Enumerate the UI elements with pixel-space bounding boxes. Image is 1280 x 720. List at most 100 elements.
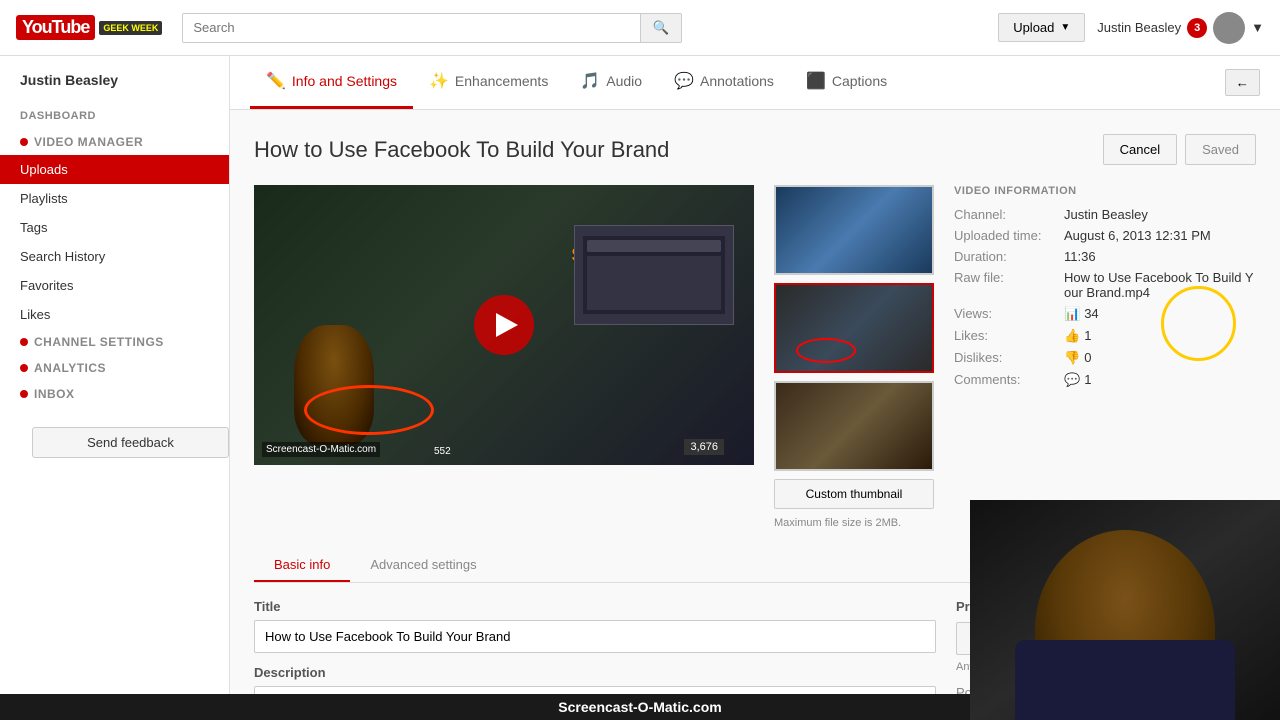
views-value: 34 — [1084, 306, 1256, 321]
sidebar-item-search-history[interactable]: Search History — [0, 242, 229, 271]
header-actions: Cancel Saved — [1103, 134, 1256, 165]
tab-info-settings[interactable]: ✏️ Info and Settings — [250, 56, 413, 109]
sidebar-username: Justin Beasley — [0, 72, 229, 100]
thumbnail-strip: Custom thumbnail Maximum file size is 2M… — [774, 185, 934, 529]
page-title: How to Use Facebook To Build Your Brand — [254, 137, 669, 163]
info-row-dislikes: Dislikes: 👎 0 — [954, 350, 1256, 366]
tab-annotations[interactable]: 💬 Annotations — [658, 56, 790, 109]
play-button[interactable] — [474, 295, 534, 355]
max-file-size-text: Maximum file size is 2MB. — [774, 517, 934, 529]
rawfile-value: How to Use Facebook To Build Your Brand.… — [1064, 270, 1256, 300]
thumbnail-item-2[interactable] — [774, 283, 934, 373]
comments-label: Comments: — [954, 372, 1064, 387]
video-manager-icon — [20, 138, 28, 146]
video-info-panel: VIDEO INFORMATION Channel: Justin Beasle… — [954, 185, 1256, 529]
user-dropdown-icon: ▼ — [1251, 20, 1264, 35]
duration-value: 11:36 — [1064, 249, 1256, 264]
sidebar-section-inbox[interactable]: INBOX — [0, 381, 229, 407]
btab-basic-info[interactable]: Basic info — [254, 549, 350, 582]
username-label: Justin Beasley — [1097, 20, 1181, 35]
view-count-badge: 552 — [434, 446, 451, 457]
popup-video-content — [970, 500, 1280, 720]
geek-week-badge: GEEK WEEK — [99, 21, 162, 35]
video-info-title: VIDEO INFORMATION — [954, 185, 1256, 197]
sidebar-item-likes[interactable]: Likes — [0, 300, 229, 329]
video-player: How to Use Facebook To Build Your Brand … — [254, 185, 754, 465]
tab-enhancements[interactable]: ✨ Enhancements — [413, 56, 564, 109]
screencast-watermark: Screencast-O-Matic.com — [262, 442, 380, 457]
video-popup — [970, 500, 1280, 720]
send-feedback-button[interactable]: Send feedback — [32, 427, 229, 458]
upload-dropdown-icon: ▼ — [1060, 22, 1070, 33]
uploaded-label: Uploaded time: — [954, 228, 1064, 243]
uploaded-value: August 6, 2013 12:31 PM — [1064, 228, 1256, 243]
view-count-sim: 3,676 — [684, 439, 724, 455]
upload-button[interactable]: Upload ▼ — [998, 13, 1085, 42]
inbox-icon — [20, 390, 28, 398]
channel-label: Channel: — [954, 207, 1064, 222]
popup-shirt — [1015, 640, 1235, 720]
title-label: Title — [254, 599, 936, 614]
comments-icon: 💬 — [1064, 372, 1080, 388]
info-row-channel: Channel: Justin Beasley — [954, 207, 1256, 222]
info-row-views: Views: 📊 34 — [954, 306, 1256, 322]
comments-value: 1 — [1084, 372, 1256, 387]
pencil-icon: ✏️ — [266, 71, 286, 91]
user-info[interactable]: Justin Beasley 3 ▼ — [1097, 12, 1264, 44]
sidebar-section-analytics[interactable]: ANALYTICS — [0, 355, 229, 381]
saved-button[interactable]: Saved — [1185, 134, 1256, 165]
tab-audio[interactable]: 🎵 Audio — [564, 56, 658, 109]
views-label: Views: — [954, 306, 1064, 321]
thumbsdown-icon: 👎 — [1064, 350, 1080, 366]
notification-badge: 3 — [1187, 18, 1207, 38]
play-triangle-icon — [496, 313, 518, 337]
search-input[interactable] — [183, 14, 639, 42]
info-row-comments: Comments: 💬 1 — [954, 372, 1256, 388]
captions-icon: ⬛ — [806, 71, 826, 91]
sidebar-item-uploads[interactable]: Uploads — [0, 155, 229, 184]
thumbnail-item-1[interactable] — [774, 185, 934, 275]
channel-value: Justin Beasley — [1064, 207, 1256, 222]
cancel-button[interactable]: Cancel — [1103, 134, 1177, 165]
chat-icon: 💬 — [674, 71, 694, 91]
thumbnail-item-3[interactable] — [774, 381, 934, 471]
page-header: How to Use Facebook To Build Your Brand … — [254, 134, 1256, 165]
dislikes-label: Dislikes: — [954, 350, 1064, 365]
tab-captions[interactable]: ⬛ Captions — [790, 56, 903, 109]
likes-value: 1 — [1084, 328, 1256, 343]
channel-settings-icon — [20, 338, 28, 346]
custom-thumbnail-button[interactable]: Custom thumbnail — [774, 479, 934, 509]
back-button[interactable]: ← — [1225, 69, 1260, 96]
info-row-duration: Duration: 11:36 — [954, 249, 1256, 264]
likes-label: Likes: — [954, 328, 1064, 343]
sidebar-section-video-manager[interactable]: VIDEO MANAGER — [0, 129, 229, 155]
info-row-uploaded: Uploaded time: August 6, 2013 12:31 PM — [954, 228, 1256, 243]
rawfile-label: Raw file: — [954, 270, 1064, 285]
thumb-img-1 — [776, 187, 932, 273]
thumb-img-3 — [776, 383, 932, 469]
sidebar-section-channel-settings[interactable]: CHANNEL SETTINGS — [0, 329, 229, 355]
duration-label: Duration: — [954, 249, 1064, 264]
search-bar: 🔍 — [182, 13, 682, 43]
sidebar: Justin Beasley DASHBOARD VIDEO MANAGER U… — [0, 56, 230, 720]
tab-bar: ✏️ Info and Settings ✨ Enhancements 🎵 Au… — [230, 56, 1280, 110]
video-section: How to Use Facebook To Build Your Brand … — [254, 185, 1256, 529]
user-avatar — [1213, 12, 1245, 44]
views-icon: 📊 — [1064, 306, 1080, 322]
youtube-logo: YouTube — [16, 15, 95, 40]
btab-advanced-settings[interactable]: Advanced settings — [350, 549, 496, 582]
thumbsup-icon: 👍 — [1064, 328, 1080, 344]
music-icon: 🎵 — [580, 71, 600, 91]
sidebar-item-playlists[interactable]: Playlists — [0, 184, 229, 213]
dislikes-value: 0 — [1084, 350, 1256, 365]
logo-area: YouTube GEEK WEEK — [16, 15, 162, 40]
search-button[interactable]: 🔍 — [640, 14, 682, 42]
sidebar-item-tags[interactable]: Tags — [0, 213, 229, 242]
sidebar-item-dashboard[interactable]: DASHBOARD — [0, 100, 229, 129]
nav-right: Upload ▼ Justin Beasley 3 ▼ — [998, 12, 1264, 44]
thumb-img-2 — [776, 285, 932, 371]
bottom-bar-text: Screencast-O-Matic.com — [558, 699, 721, 715]
info-row-rawfile: Raw file: How to Use Facebook To Build Y… — [954, 270, 1256, 300]
title-input[interactable] — [254, 620, 936, 653]
sidebar-item-favorites[interactable]: Favorites — [0, 271, 229, 300]
